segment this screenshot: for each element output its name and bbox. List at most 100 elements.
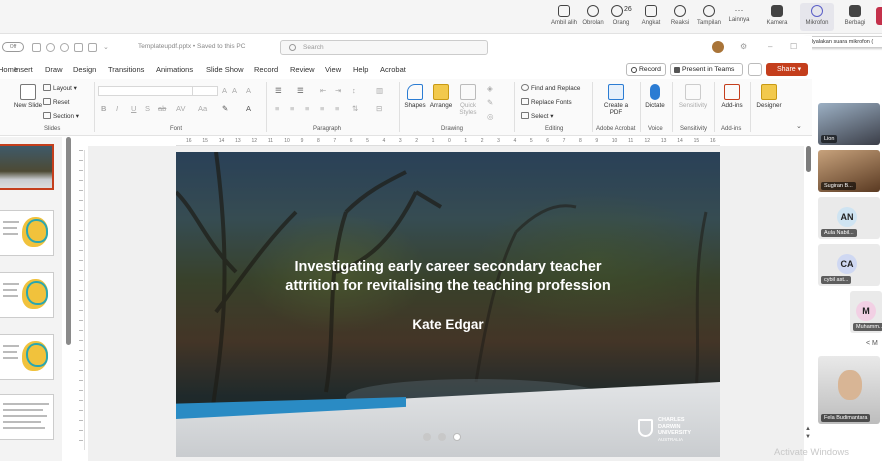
start-slideshow-icon[interactable] [74, 43, 83, 52]
microphone-button[interactable]: Mikrofon [800, 3, 834, 31]
maximize-icon[interactable]: ☐ [790, 42, 797, 51]
present-in-teams-button[interactable]: Present in Teams [670, 63, 743, 76]
shape-fill-icon[interactable]: ◈ [487, 84, 493, 93]
tab-insert[interactable]: Insert [14, 65, 33, 74]
shape-effects-icon[interactable]: ◎ [487, 112, 494, 121]
underline-button[interactable]: U [131, 104, 136, 113]
people-button[interactable]: Orang [604, 3, 638, 26]
thumbnail-scrollbar[interactable] [66, 137, 71, 345]
bold-button[interactable]: B [101, 104, 106, 113]
italic-button[interactable]: I [116, 104, 118, 113]
strikethrough-button[interactable]: ab [158, 104, 166, 113]
share-screen-button[interactable]: Berbagi [838, 3, 872, 26]
current-slide[interactable]: Investigating early career secondary tea… [176, 152, 720, 457]
share-button[interactable]: Share ▾ [766, 63, 808, 76]
undo-icon[interactable] [46, 43, 55, 52]
slide-author[interactable]: Kate Edgar [348, 317, 548, 332]
customize-qat-icon[interactable]: ⌄ [103, 43, 112, 52]
font-size-select[interactable] [192, 86, 218, 96]
decrease-indent-icon[interactable]: ⇤ [320, 86, 326, 95]
camera-button[interactable]: Kamera [760, 3, 794, 26]
slide-dot[interactable] [438, 433, 446, 441]
slide-thumbnail[interactable] [0, 394, 54, 440]
create-pdf-button[interactable]: Create a PDF [599, 84, 633, 116]
tab-design[interactable]: Design [73, 65, 96, 74]
slide-dot[interactable] [423, 433, 431, 441]
find-and-replace-button[interactable]: Find and Replace [521, 84, 580, 92]
tab-draw[interactable]: Draw [45, 65, 63, 74]
sensitivity-button[interactable]: Sensitivity [676, 84, 710, 109]
quick-styles-button[interactable]: Quick Styles [451, 84, 485, 116]
autosave-toggle[interactable]: Off [2, 42, 24, 52]
slide-title[interactable]: Investigating early career secondary tea… [246, 258, 650, 296]
scroll-up-icon[interactable]: ▲ [805, 425, 811, 433]
align-right-icon[interactable]: ≡ [305, 104, 309, 113]
numbering-icon[interactable]: ☰ [297, 86, 304, 95]
scroll-arrows[interactable]: ▲ ▼ [805, 425, 811, 441]
tab-acrobat[interactable]: Acrobat [380, 65, 406, 74]
char-spacing-icon[interactable]: AV [176, 104, 185, 113]
replace-fonts-button[interactable]: Replace Fonts [521, 98, 572, 106]
settings-icon[interactable]: ⚙ [740, 42, 747, 51]
participant-tile[interactable]: CA cybil ast... [818, 244, 880, 286]
reset-button[interactable]: Reset [43, 98, 69, 106]
record-button[interactable]: Record [626, 63, 666, 76]
section-button[interactable]: Section ▾ [43, 112, 79, 120]
align-center-icon[interactable]: ≡ [290, 104, 294, 113]
align-left-icon[interactable]: ≡ [275, 104, 279, 113]
slide-dot-active[interactable] [453, 433, 461, 441]
save-icon[interactable] [32, 43, 41, 52]
font-color-icon[interactable]: A [246, 104, 251, 113]
justify-icon[interactable]: ≡ [320, 104, 324, 113]
decrease-font-icon[interactable]: A [232, 86, 237, 95]
more-button[interactable]: ··· Lainnya [722, 3, 756, 23]
shape-outline-icon[interactable]: ✎ [487, 98, 493, 107]
canvas-scrollbar[interactable] [806, 146, 811, 172]
minimize-icon[interactable]: – [768, 42, 772, 51]
scroll-down-icon[interactable]: ▼ [805, 433, 811, 441]
redo-icon[interactable] [60, 43, 69, 52]
collapse-ribbon-icon[interactable]: ⌄ [796, 122, 802, 130]
columns-icon[interactable]: ▥ [376, 86, 383, 95]
view-button[interactable]: Tampilan [692, 3, 726, 26]
tab-review[interactable]: Review [290, 65, 315, 74]
participant-tile[interactable]: AN Aula Nabil... [818, 197, 880, 239]
text-direction-icon[interactable]: ⇅ [352, 104, 358, 113]
tab-view[interactable]: View [325, 65, 341, 74]
tab-record[interactable]: Record [254, 65, 278, 74]
slide-thumbnail[interactable] [0, 144, 54, 190]
add-ins-button[interactable]: Add-ins [715, 84, 749, 109]
slide-thumbnail[interactable] [0, 272, 54, 318]
tab-animations[interactable]: Animations [156, 65, 193, 74]
slide-thumbnail[interactable] [0, 210, 54, 256]
increase-indent-icon[interactable]: ⇥ [335, 86, 341, 95]
participant-tile[interactable]: Fela Budimantara [818, 356, 880, 424]
dictate-button[interactable]: Dictate [638, 84, 672, 109]
increase-font-icon[interactable]: A [222, 86, 227, 95]
tab-transitions[interactable]: Transitions [108, 65, 144, 74]
change-case-icon[interactable]: Aa [198, 104, 207, 113]
tab-slide-show[interactable]: Slide Show [206, 65, 244, 74]
bullets-icon[interactable]: ☰ [275, 86, 282, 95]
select-button[interactable]: Select ▾ [521, 112, 553, 120]
clear-format-icon[interactable]: A [246, 86, 251, 95]
document-title[interactable]: Templateupdf.pptx • Saved to this PC [138, 43, 245, 50]
participant-tile[interactable]: Sugiran B... [818, 150, 880, 192]
touch-mode-icon[interactable] [88, 43, 97, 52]
line-spacing-icon[interactable]: ↕ [352, 86, 356, 95]
participant-tile[interactable]: Lion [818, 103, 880, 145]
slide-thumbnail[interactable] [0, 334, 54, 380]
shadow-button[interactable]: S [145, 104, 150, 113]
designer-button[interactable]: Designer [752, 84, 786, 109]
comments-button[interactable] [748, 63, 762, 76]
leave-button[interactable] [876, 7, 882, 25]
align-text-icon[interactable]: ⊟ [376, 104, 382, 113]
search-input[interactable]: Search [280, 40, 488, 55]
layout-button[interactable]: Layout ▾ [43, 84, 77, 92]
tab-help[interactable]: Help [353, 65, 368, 74]
distributed-icon[interactable]: ≡ [335, 104, 339, 113]
user-avatar[interactable] [712, 41, 724, 53]
new-slide-button[interactable]: New Slide [11, 84, 45, 109]
participant-tile[interactable]: M Muhamm... [850, 291, 882, 333]
more-participants-indicator[interactable]: < M [866, 340, 878, 347]
